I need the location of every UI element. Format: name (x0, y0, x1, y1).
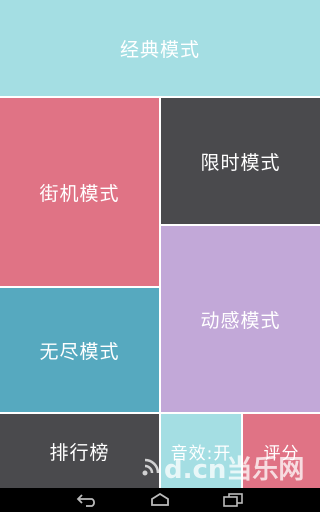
classic-mode-label: 经典模式 (119, 38, 200, 61)
sound-toggle-button[interactable]: 音效:开 (161, 414, 241, 488)
leaderboard-button[interactable]: 排行榜 (0, 414, 159, 488)
timed-mode-button[interactable]: 限时模式 (161, 98, 320, 224)
sound-toggle-label: 音效:开 (170, 443, 232, 464)
home-icon (151, 493, 169, 506)
leaderboard-label: 排行榜 (49, 441, 110, 464)
game-menu-screen: 经典模式 街机模式 限时模式 动感模式 无尽模式 排行榜 音效:开 评分 d.c… (0, 0, 320, 512)
system-navigation-bar (0, 488, 320, 512)
timed-mode-label: 限时模式 (200, 151, 281, 174)
back-button[interactable] (74, 490, 100, 510)
endless-mode-label: 无尽模式 (39, 340, 120, 363)
arcade-mode-button[interactable]: 街机模式 (0, 98, 159, 286)
recent-apps-icon (223, 493, 244, 507)
arcade-mode-label: 街机模式 (39, 182, 120, 205)
dynamic-mode-button[interactable]: 动感模式 (161, 226, 320, 412)
rate-button[interactable]: 评分 (243, 414, 320, 488)
recent-apps-button[interactable] (220, 490, 246, 510)
rate-label: 评分 (263, 443, 300, 464)
back-icon (76, 494, 95, 507)
classic-mode-button[interactable]: 经典模式 (0, 0, 320, 96)
dynamic-mode-label: 动感模式 (200, 309, 281, 332)
endless-mode-button[interactable]: 无尽模式 (0, 288, 159, 412)
home-button[interactable] (147, 490, 173, 510)
